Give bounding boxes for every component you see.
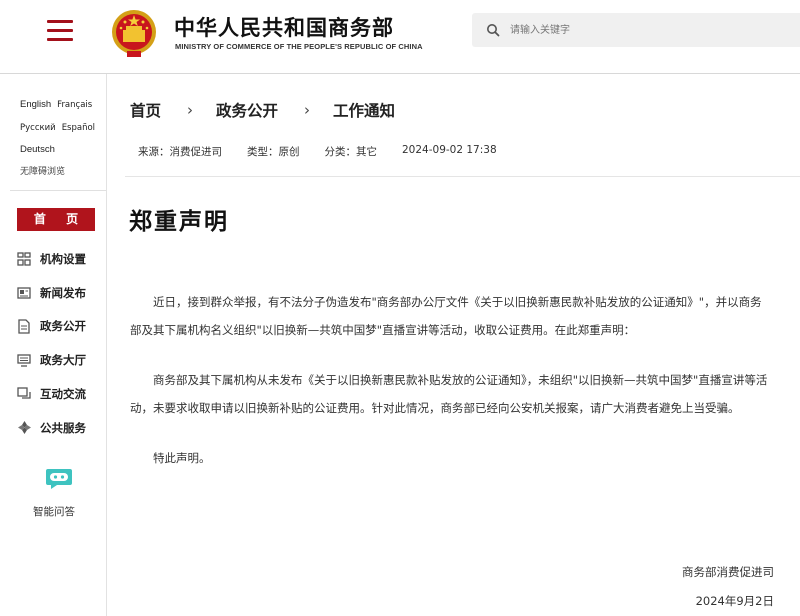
article-meta: 来源：消费促进司 类型：原创 分类：其它 2024-09-02 17:38 — [138, 144, 522, 159]
chevron-right-icon: › — [304, 101, 311, 119]
lang-german-link[interactable]: Deutsch — [20, 144, 55, 155]
article-paragraph: 近日，接到群众举报，有不法分子伪造发布"商务部办公厅文件《关于以旧换新惠民款补贴… — [130, 295, 762, 337]
chat-icon — [16, 386, 32, 402]
menu-icon[interactable] — [47, 20, 73, 42]
breadcrumb-gov-affairs[interactable]: 政务公开 — [216, 99, 278, 121]
lang-english-link[interactable]: English — [20, 99, 51, 110]
meta-type: 类型：原创 — [247, 146, 300, 158]
language-links: English Français Русский Español Deutsch 无… — [20, 94, 101, 182]
article-title: 郑重声明 — [129, 209, 229, 235]
breadcrumb-home[interactable]: 首页 — [130, 99, 161, 121]
site-title[interactable]: 中华人民共和国商务部 — [174, 12, 394, 42]
sidebar-item-label: 公共服务 — [40, 420, 86, 435]
sidebar-item-service-hall[interactable]: 政务大厅 — [16, 343, 106, 377]
lang-spanish-link[interactable]: Español — [62, 123, 95, 133]
search-box[interactable] — [472, 13, 800, 47]
org-chart-icon — [16, 251, 32, 267]
national-emblem-icon[interactable] — [110, 8, 158, 58]
smart-qa-label: 智能问答 — [33, 506, 75, 518]
site-subtitle: MINISTRY OF COMMERCE OF THE PEOPLE'S REP… — [175, 42, 423, 51]
monitor-icon — [16, 352, 32, 368]
main-content: 首页 › 政务公开 › 工作通知 来源：消费促进司 类型：原创 分类：其它 20… — [108, 74, 800, 616]
signature-date: 2024年9月2日 — [695, 593, 774, 608]
sidebar-item-interaction[interactable]: 互动交流 — [16, 377, 106, 411]
news-icon — [16, 285, 32, 301]
service-icon — [16, 420, 32, 436]
sidebar: English Français Русский Español Deutsch 无… — [0, 74, 107, 616]
breadcrumb-work-notice[interactable]: 工作通知 — [333, 99, 395, 121]
sidebar-item-org[interactable]: 机构设置 — [16, 242, 106, 276]
search-input[interactable] — [510, 21, 780, 39]
robot-chat-icon — [46, 469, 72, 489]
breadcrumb: 首页 › 政务公开 › 工作通知 — [130, 99, 395, 121]
sidebar-item-label: 政务大厅 — [40, 353, 86, 368]
sidebar-item-label: 互动交流 — [40, 387, 86, 402]
home-button[interactable]: 首 页 — [17, 208, 95, 231]
accessibility-link[interactable]: 无障碍浏览 — [20, 166, 65, 176]
sidebar-item-gov-affairs[interactable]: 政务公开 — [16, 310, 106, 344]
article-paragraph: 商务部及其下属机构从未发布《关于以旧换新惠民款补贴发放的公证通知》，未组织"以旧… — [130, 373, 768, 415]
document-icon — [16, 318, 32, 334]
article-body: 近日，接到群众举报，有不法分子伪造发布"商务部办公厅文件《关于以旧换新惠民款补贴… — [130, 288, 770, 494]
meta-category: 分类：其它 — [324, 146, 378, 158]
meta-datetime: 2024-09-02 17:38 — [402, 144, 497, 156]
article-paragraph: 特此声明。 — [153, 451, 211, 465]
search-icon[interactable] — [486, 23, 500, 37]
sidebar-item-news[interactable]: 新闻发布 — [16, 276, 106, 310]
lang-russian-link[interactable]: Русский — [20, 123, 56, 133]
sidebar-nav: 机构设置 新闻发布 政务公开 政务大厅 互动交流 公共服务 — [16, 242, 106, 445]
sidebar-item-public-service[interactable]: 公共服务 — [16, 411, 106, 445]
sidebar-divider — [10, 190, 106, 191]
divider — [125, 176, 800, 177]
article-signature: 商务部消费促进司 2024年9月2日 — [682, 558, 774, 615]
signature-department: 商务部消费促进司 — [682, 565, 774, 579]
sidebar-item-label: 政务公开 — [40, 319, 86, 334]
lang-french-link[interactable]: Français — [57, 100, 92, 110]
site-header: 中华人民共和国商务部 MINISTRY OF COMMERCE OF THE P… — [0, 0, 800, 74]
sidebar-item-label: 新闻发布 — [40, 285, 86, 300]
meta-source: 来源：消费促进司 — [138, 146, 222, 158]
sidebar-item-label: 机构设置 — [40, 251, 86, 266]
chevron-right-icon: › — [187, 101, 194, 119]
